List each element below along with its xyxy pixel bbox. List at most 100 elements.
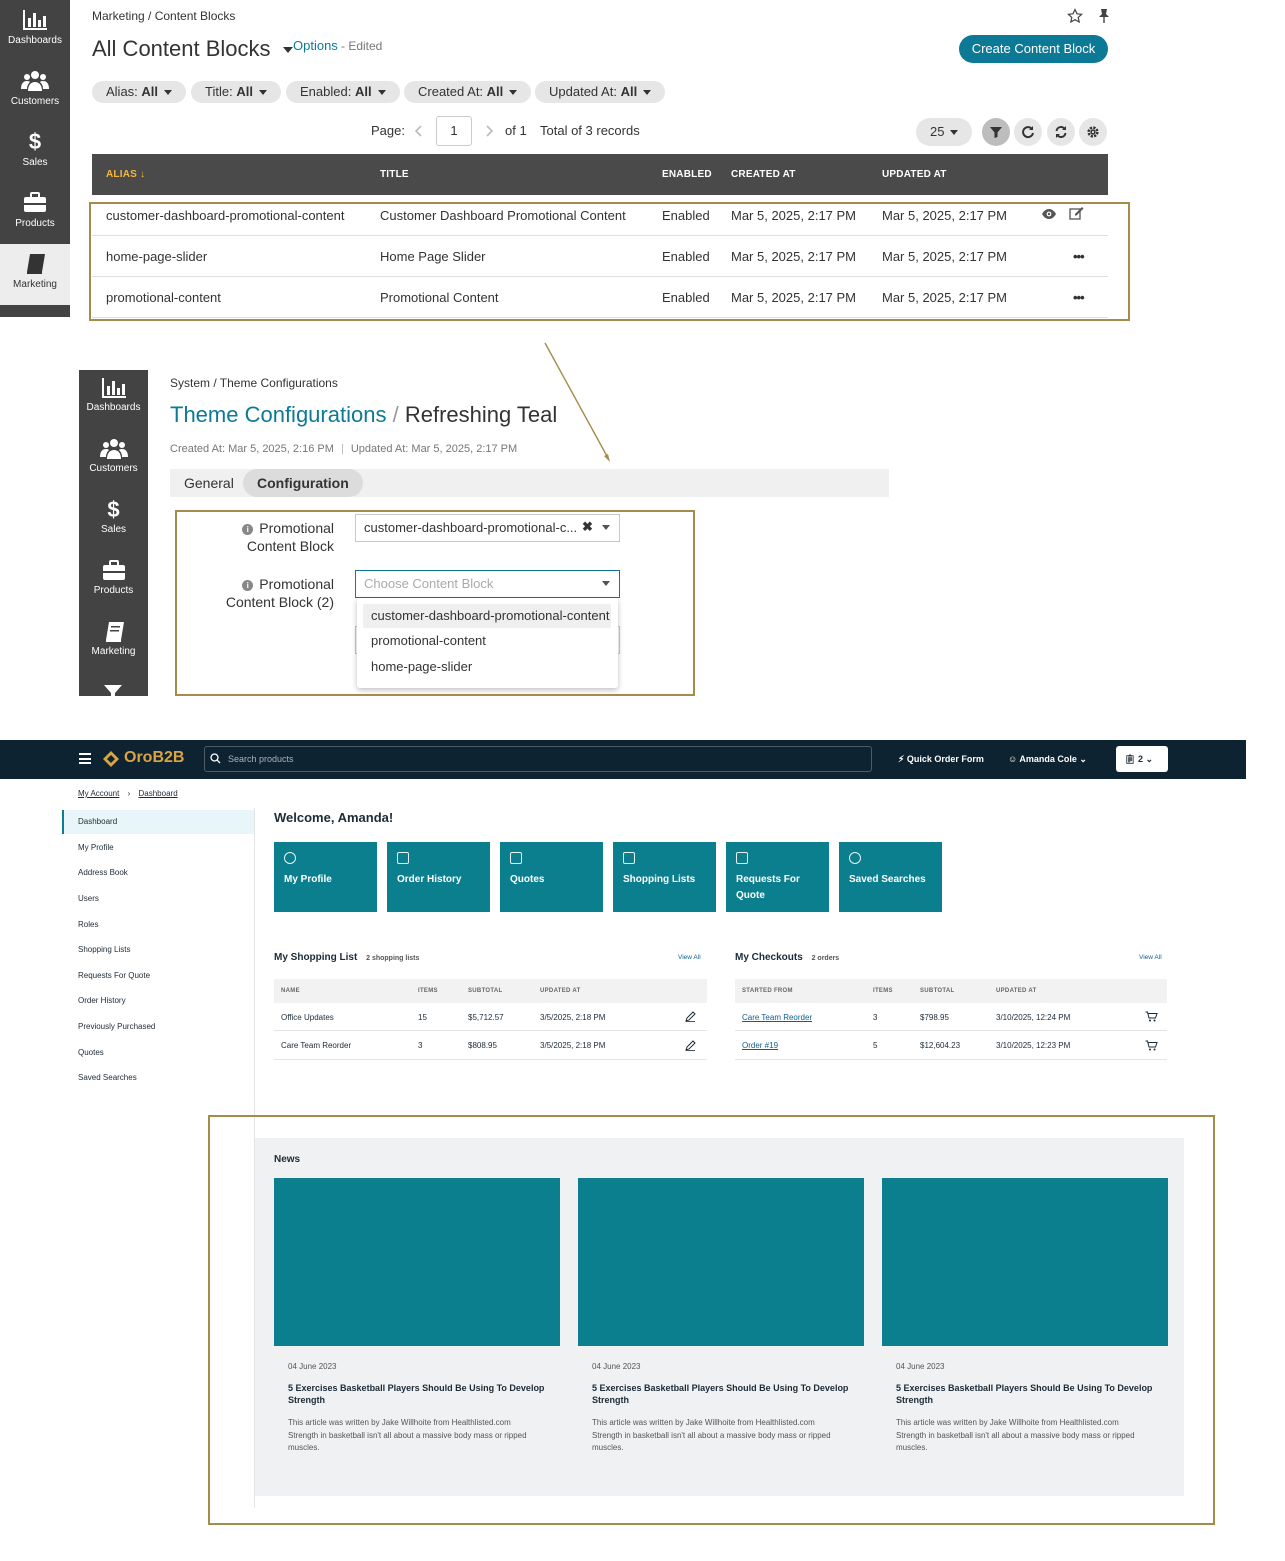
refresh-button[interactable] <box>1047 118 1075 146</box>
star-icon[interactable] <box>1067 8 1083 24</box>
sidebar-label: Marketing <box>91 646 136 657</box>
cart-button[interactable]: 📋︎ 2 ⌄ <box>1116 746 1168 772</box>
side-menu-order-history[interactable]: Order History <box>78 996 126 1005</box>
side-menu-saved-searches[interactable]: Saved Searches <box>78 1073 137 1082</box>
tile-requests-for-quote[interactable]: Requests For Quote <box>726 842 829 912</box>
sidebar-item-customers[interactable]: Customers <box>0 61 70 122</box>
column-items: ITEMS <box>418 988 438 994</box>
highlight-box <box>89 202 1130 321</box>
cell-started-from-link[interactable]: Order #19 <box>742 1041 778 1050</box>
funnel-icon[interactable] <box>103 684 123 696</box>
tile-my-profile[interactable]: My Profile <box>274 842 377 912</box>
cart-icon[interactable] <box>1145 1011 1158 1022</box>
column-alias[interactable]: ALIAS ↓ <box>106 154 145 195</box>
cell-updated: 3/10/2025, 12:23 PM <box>996 1041 1071 1050</box>
chevron-down-icon <box>258 90 267 96</box>
tab-general[interactable]: General <box>170 469 248 497</box>
breadcrumb-my-account[interactable]: My Account <box>78 789 119 798</box>
column-created-at[interactable]: CREATED AT <box>731 154 796 195</box>
cell-items: 3 <box>418 1041 423 1050</box>
tile-quotes[interactable]: Quotes <box>500 842 603 912</box>
column-enabled[interactable]: ENABLED <box>662 154 712 195</box>
chevron-right-icon[interactable] <box>484 124 494 138</box>
pin-icon[interactable] <box>1097 8 1111 24</box>
sidebar-item-sales[interactable]: $ Sales <box>79 492 148 553</box>
cell-name[interactable]: Care Team Reorder <box>281 1041 351 1050</box>
search-icon <box>849 852 861 864</box>
chevron-down-icon <box>164 90 173 96</box>
per-page-select[interactable]: 25 <box>916 118 972 146</box>
tile-label: My Profile <box>284 874 332 885</box>
dollar-icon: $ <box>107 497 120 522</box>
user-icon: ☺ <box>1008 754 1018 764</box>
sidebar-item-sales[interactable]: $ Sales <box>0 122 70 183</box>
reset-button[interactable] <box>1014 118 1042 146</box>
hamburger-icon[interactable] <box>79 753 91 764</box>
refresh-icon <box>1055 126 1067 138</box>
quick-order-link[interactable]: ⚡︎ Quick Order Form <box>898 751 984 767</box>
cell-subtotal: $808.95 <box>468 1041 497 1050</box>
side-menu-rfq[interactable]: Requests For Quote <box>78 971 150 980</box>
filter-name: Updated At: <box>549 84 617 99</box>
filter-enabled[interactable]: Enabled: All <box>286 81 400 103</box>
tab-configuration[interactable]: Configuration <box>243 469 363 497</box>
chevron-down-icon[interactable] <box>282 47 293 54</box>
sidebar-item-marketing[interactable]: Marketing <box>79 614 148 675</box>
side-menu-dashboard[interactable]: Dashboard <box>78 817 117 826</box>
pencil-icon[interactable] <box>685 1040 696 1051</box>
pager-label: Page: <box>371 123 405 138</box>
user-menu[interactable]: ☺ Amanda Cole ⌄ <box>1008 751 1087 767</box>
side-menu-users[interactable]: Users <box>78 894 99 903</box>
sidebar-label: Products <box>15 218 55 229</box>
filter-alias[interactable]: Alias: All <box>92 81 187 103</box>
logo-icon <box>103 751 119 767</box>
sidebar-label: Customers <box>10 96 60 107</box>
tile-saved-searches[interactable]: Saved Searches <box>839 842 942 912</box>
settings-button[interactable] <box>1079 118 1107 146</box>
pencil-icon[interactable] <box>685 1011 696 1022</box>
brand-name[interactable]: OroB2B <box>124 749 184 767</box>
options-link[interactable]: Options <box>293 38 338 53</box>
briefcase-icon <box>102 560 125 580</box>
column-title[interactable]: TITLE <box>380 154 409 195</box>
sidebar-label: Products <box>93 585 134 596</box>
column-updated-at[interactable]: UPDATED AT <box>882 154 947 195</box>
search-input[interactable]: Search products <box>204 746 872 772</box>
side-menu-my-profile[interactable]: My Profile <box>78 843 114 852</box>
sidebar-item-dashboards[interactable]: Dashboards <box>0 0 70 61</box>
side-menu-roles[interactable]: Roles <box>78 920 98 929</box>
column-updated-at: UPDATED AT <box>540 988 581 994</box>
side-menu-quotes[interactable]: Quotes <box>78 1048 104 1057</box>
filter-toggle-button[interactable] <box>982 118 1010 146</box>
side-menu-previously-purchased[interactable]: Previously Purchased <box>78 1022 155 1031</box>
shopping-view-all-link[interactable]: View All <box>678 954 701 961</box>
sidebar-label: Marketing <box>13 279 57 290</box>
checkouts-view-all-link[interactable]: View All <box>1139 954 1162 961</box>
filter-title[interactable]: Title: All <box>191 81 281 103</box>
page-input[interactable]: 1 <box>436 116 472 146</box>
title-separator: / <box>392 402 399 427</box>
cell-name[interactable]: Office Updates <box>281 1013 334 1022</box>
breadcrumb-dashboard[interactable]: Dashboard <box>139 789 178 798</box>
create-content-block-button[interactable]: Create Content Block <box>959 35 1108 63</box>
sidebar-item-products[interactable]: Products <box>0 183 70 244</box>
dollar-icon: $ <box>28 129 42 154</box>
filter-created-at[interactable]: Created At: All <box>404 81 532 103</box>
side-menu-shopping-lists[interactable]: Shopping Lists <box>78 945 130 954</box>
chevron-down-icon <box>643 90 652 96</box>
sidebar-item-dashboards[interactable]: Dashboards <box>79 370 148 431</box>
filter-updated-at[interactable]: Updated At: All <box>535 81 666 103</box>
sidebar-item-customers[interactable]: Customers <box>79 431 148 492</box>
column-started-from: STARTED FROM <box>742 988 793 994</box>
sidebar-item-products[interactable]: Products <box>79 553 148 614</box>
tile-label: Quotes <box>510 874 545 885</box>
sidebar-item-marketing[interactable]: Marketing <box>0 244 70 305</box>
highlight-box <box>175 510 695 696</box>
tile-shopping-lists[interactable]: Shopping Lists <box>613 842 716 912</box>
chevron-left-icon[interactable] <box>414 124 424 138</box>
side-menu-address-book[interactable]: Address Book <box>78 868 128 877</box>
theme-configurations-link[interactable]: Theme Configurations <box>170 402 386 427</box>
cell-started-from-link[interactable]: Care Team Reorder <box>742 1013 812 1022</box>
cart-icon[interactable] <box>1145 1040 1158 1051</box>
tile-order-history[interactable]: Order History <box>387 842 490 912</box>
